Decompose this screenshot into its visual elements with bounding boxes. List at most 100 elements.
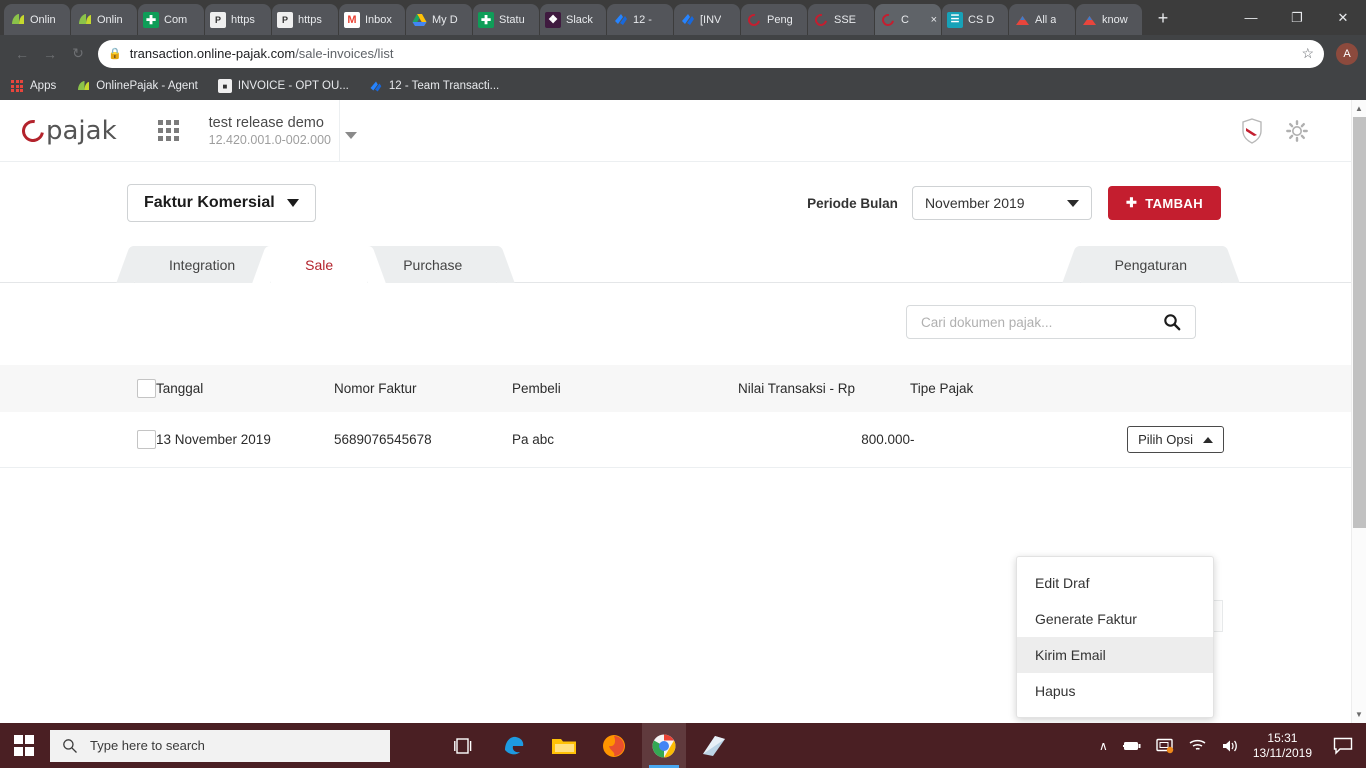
browser-tab-label: know xyxy=(1102,13,1128,26)
browser-tab[interactable]: SSE xyxy=(808,4,874,35)
start-button[interactable] xyxy=(0,723,48,768)
bookmark-item[interactable]: ■ INVOICE - OPT OU... xyxy=(217,79,349,93)
browser-tab-label: Onlin xyxy=(97,13,123,26)
taskbar-search[interactable]: Type here to search xyxy=(50,729,390,762)
search-icon[interactable] xyxy=(1163,313,1181,331)
edge-icon[interactable] xyxy=(492,723,536,768)
browser-tab[interactable]: ✚ Com xyxy=(138,4,204,35)
browser-tab[interactable]: [INV xyxy=(674,4,740,35)
minimize-button[interactable]: — xyxy=(1228,2,1274,34)
tab-pengaturan[interactable]: Pengaturan xyxy=(1080,246,1221,283)
menu-item-edit-draf[interactable]: Edit Draf xyxy=(1017,565,1213,601)
forward-icon[interactable]: → xyxy=(36,40,64,68)
options-dropdown-menu: Edit Draf Generate Faktur Kirim Email Hapus xyxy=(1016,556,1214,718)
close-window-button[interactable]: ✕ xyxy=(1320,2,1366,34)
document-type-dropdown[interactable]: Faktur Komersial xyxy=(127,184,316,222)
page-viewport: pajak test release demo 12.420.001.0-002… xyxy=(0,100,1366,723)
select-all-checkbox[interactable] xyxy=(137,379,156,398)
tab-purchase[interactable]: Purchase xyxy=(369,246,497,283)
bookmark-item[interactable]: Apps xyxy=(10,79,56,93)
column-header-nomor-faktur[interactable]: Nomor Faktur xyxy=(334,365,512,412)
bookmark-item[interactable]: 12 - Team Transacti... xyxy=(369,79,499,93)
browser-tab[interactable]: My D xyxy=(406,4,472,35)
bookmarks-bar: Apps OnlinePajak - Agent ■ INVOICE - OPT OU… xyxy=(0,72,1366,100)
browser-tab-label: Onlin xyxy=(30,13,56,26)
scrollbar-thumb[interactable] xyxy=(1353,117,1366,528)
menu-item-generate-faktur[interactable]: Generate Faktur xyxy=(1017,601,1213,637)
taskbar-apps xyxy=(442,723,736,768)
profile-avatar[interactable]: A xyxy=(1336,42,1358,65)
browser-tab[interactable]: 12 - xyxy=(607,4,673,35)
pajak-logo[interactable]: pajak xyxy=(17,115,117,146)
add-button[interactable]: ✚ TAMBAH xyxy=(1107,186,1221,220)
browser-tab[interactable]: Onlin xyxy=(71,4,137,35)
period-select[interactable]: November 2019 xyxy=(911,186,1092,220)
search-input[interactable]: Cari dokumen pajak... xyxy=(921,315,1052,330)
apps-grid-icon[interactable] xyxy=(157,120,179,141)
mail-icon[interactable] xyxy=(692,723,736,768)
table-row[interactable]: 13 November 2019 5689076545678 Pa abc 800.0… xyxy=(0,412,1351,468)
address-bar[interactable]: 🔒 transaction.online-pajak.com/sale-invo… xyxy=(98,39,1324,68)
battery-icon[interactable] xyxy=(1122,739,1142,753)
back-icon[interactable]: ← xyxy=(8,40,36,68)
gear-icon[interactable] xyxy=(1285,119,1309,143)
browser-tab[interactable]: C × xyxy=(875,4,941,35)
file-explorer-icon[interactable] xyxy=(542,723,586,768)
taskbar-clock[interactable]: 15:31 13/11/2019 xyxy=(1253,731,1312,761)
volume-icon[interactable] xyxy=(1221,738,1239,754)
browser-tab[interactable]: ☰ CS D xyxy=(942,4,1008,35)
wifi-icon[interactable] xyxy=(1188,738,1207,753)
page-scrollbar[interactable]: ▲ ▼ xyxy=(1351,100,1366,723)
tab-pengaturan-label: Pengaturan xyxy=(1114,256,1187,273)
document-type-label: Faktur Komersial xyxy=(144,194,275,211)
browser-tab[interactable]: Phttps xyxy=(205,4,271,35)
apps-grid-icon xyxy=(10,79,24,93)
reload-icon[interactable]: ↻ xyxy=(64,40,92,68)
display-icon[interactable] xyxy=(1156,738,1174,754)
scroll-up-arrow[interactable]: ▲ xyxy=(1352,100,1366,117)
browser-toolbar: ← → ↻ 🔒 transaction.online-pajak.com/sal… xyxy=(0,35,1366,72)
scroll-down-arrow[interactable]: ▼ xyxy=(1352,706,1366,723)
browser-tab-label: Peng xyxy=(767,13,793,26)
org-switcher[interactable]: test release demo 12.420.001.0-002.000 xyxy=(209,115,357,147)
notification-icon[interactable] xyxy=(1326,723,1360,768)
maximize-button[interactable]: ❐ xyxy=(1274,2,1320,34)
close-tab-icon[interactable]: × xyxy=(931,14,937,26)
column-header-nilai-transaksi[interactable]: Nilai Transaksi - Rp xyxy=(738,365,910,412)
bookmark-item[interactable]: OnlinePajak - Agent xyxy=(76,79,198,93)
pilih-opsi-button[interactable]: Pilih Opsi xyxy=(1127,426,1224,453)
onlinepajak-leaf-icon xyxy=(76,79,90,93)
column-header-pembeli[interactable]: Pembeli xyxy=(512,365,738,412)
tab-integration[interactable]: Integration xyxy=(135,246,270,283)
search-box[interactable]: Cari dokumen pajak... xyxy=(906,305,1196,339)
browser-tab-label: Inbox xyxy=(365,13,392,26)
tab-sale[interactable]: Sale xyxy=(271,246,368,283)
bookmark-star-icon[interactable]: ☆ xyxy=(1301,45,1314,62)
menu-item-hapus[interactable]: Hapus xyxy=(1017,673,1213,709)
browser-tab-label: C xyxy=(901,13,909,26)
browser-tab[interactable]: M Inbox xyxy=(339,4,405,35)
browser-tab[interactable]: ❖ Slack xyxy=(540,4,606,35)
chrome-icon[interactable] xyxy=(642,723,686,768)
row-checkbox[interactable] xyxy=(137,430,156,449)
browser-tab[interactable]: Onlin xyxy=(4,4,70,35)
shield-icon[interactable] xyxy=(1241,117,1263,144)
onlinepajak-leaf xyxy=(9,12,25,28)
book-icon: ☰ xyxy=(947,11,963,28)
tray-chevron-icon[interactable]: ∧ xyxy=(1099,739,1108,753)
new-tab-button[interactable]: + xyxy=(1149,5,1177,33)
section-tabs: Integration Sale Purchase Pengaturan xyxy=(0,246,1351,283)
firefox-icon[interactable] xyxy=(592,723,636,768)
browser-tab-label: Com xyxy=(164,13,188,26)
column-header-tanggal[interactable]: Tanggal xyxy=(156,365,334,412)
browser-tab[interactable]: All a xyxy=(1009,4,1075,35)
drive-tri-icon xyxy=(1081,12,1097,28)
browser-tab[interactable]: Peng xyxy=(741,4,807,35)
menu-item-kirim-email[interactable]: Kirim Email xyxy=(1017,637,1213,673)
bookmark-label: 12 - Team Transacti... xyxy=(388,80,500,92)
browser-tab[interactable]: ✚ Statu xyxy=(473,4,539,35)
browser-tab[interactable]: know xyxy=(1076,4,1142,35)
browser-tab[interactable]: Phttps xyxy=(272,4,338,35)
task-view-icon[interactable] xyxy=(442,723,486,768)
column-header-tipe-pajak[interactable]: Tipe Pajak xyxy=(910,365,1030,412)
